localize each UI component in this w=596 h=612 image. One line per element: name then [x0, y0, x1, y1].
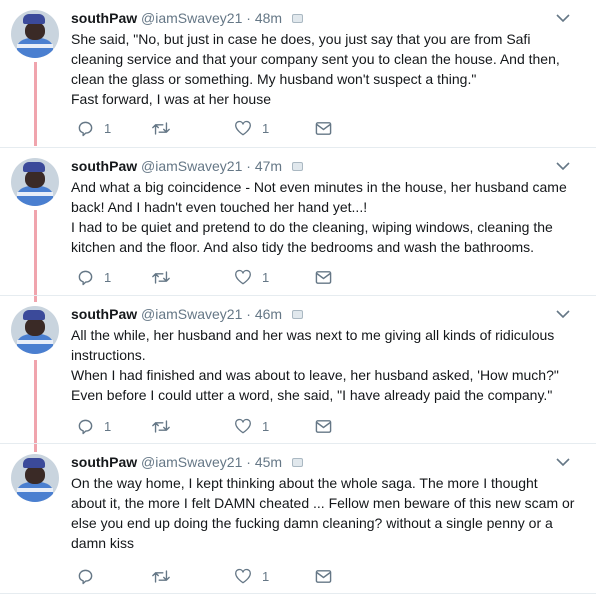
tweet-text-line: All the while, her husband and her was n…	[71, 327, 555, 343]
tweet-text-line: damn kiss	[71, 535, 135, 551]
direct-message-icon	[315, 270, 332, 284]
avatar[interactable]	[11, 454, 59, 502]
direct-message-button[interactable]	[315, 267, 332, 287]
separator-dot: ·	[246, 158, 251, 174]
avatar[interactable]	[11, 10, 59, 58]
direct-message-icon	[315, 419, 332, 433]
chevron-down-icon[interactable]	[556, 309, 570, 319]
retweet-button[interactable]	[151, 267, 181, 287]
tweet-actions: 1 1	[71, 267, 371, 287]
retweet-icon	[152, 569, 170, 583]
reply-icon	[78, 419, 93, 434]
display-name[interactable]: southPaw	[71, 306, 137, 322]
direct-message-button[interactable]	[315, 118, 332, 138]
tweet-header: southPaw @iamSwavey21 · 45m	[71, 453, 303, 471]
media-badge-icon	[291, 162, 303, 171]
display-name[interactable]: southPaw	[71, 10, 137, 26]
tweet-text-line: kitchen and the floor. And also tidy the…	[71, 239, 535, 255]
display-name[interactable]: southPaw	[71, 158, 137, 174]
direct-message-icon	[315, 569, 332, 583]
reply-icon	[78, 569, 93, 584]
reply-button[interactable]	[77, 566, 104, 586]
tweet-text-line: I had to be quiet and pretend to do the …	[71, 219, 553, 235]
media-badge-icon	[291, 458, 303, 467]
display-name[interactable]: southPaw	[71, 454, 137, 470]
reply-icon	[78, 121, 93, 136]
tweet-text-line: about it, the more I felt DAMN cheated .…	[71, 495, 575, 511]
timestamp[interactable]: 45m	[255, 454, 282, 470]
retweet-icon	[152, 121, 170, 135]
like-count: 1	[262, 120, 270, 136]
reply-icon	[78, 270, 93, 285]
tweet[interactable]: southPaw @iamSwavey21 · 47m And what a b…	[0, 148, 596, 296]
tweet-header: southPaw @iamSwavey21 · 48m	[71, 9, 303, 27]
tweet-actions: 1	[71, 566, 371, 586]
direct-message-button[interactable]	[315, 566, 332, 586]
like-button[interactable]: 1	[234, 118, 269, 138]
chevron-down-icon[interactable]	[556, 457, 570, 467]
tweet-text-line: She said, "No, but just in case he does,…	[71, 31, 531, 47]
tweet-text-line: else you end up doing the fucking damn c…	[71, 515, 553, 531]
separator-dot: ·	[246, 306, 251, 322]
tweet-text-line: And what a big coincidence - Not even mi…	[71, 179, 567, 195]
tweet[interactable]: southPaw @iamSwavey21 · 46m All the whil…	[0, 296, 596, 444]
heart-icon	[235, 568, 251, 584]
tweet-text: All the while, her husband and her was n…	[71, 325, 583, 405]
tweet-text-line: cleaning service and that your company s…	[71, 51, 560, 67]
reply-button[interactable]: 1	[77, 118, 111, 138]
user-handle[interactable]: @iamSwavey21	[141, 306, 242, 322]
tweet-actions: 1 1	[71, 118, 371, 138]
separator-dot: ·	[246, 454, 251, 470]
user-handle[interactable]: @iamSwavey21	[141, 158, 242, 174]
tweet-text: She said, "No, but just in case he does,…	[71, 29, 583, 109]
retweet-button[interactable]	[151, 416, 181, 436]
tweet-text-line: On the way home, I kept thinking about t…	[71, 475, 538, 491]
tweet[interactable]: southPaw @iamSwavey21 · 48m She said, "N…	[0, 0, 596, 148]
retweet-icon	[152, 270, 170, 284]
reply-count: 1	[104, 418, 112, 434]
tweet-actions: 1 1	[71, 416, 371, 436]
timestamp[interactable]: 47m	[255, 158, 282, 174]
avatar[interactable]	[11, 306, 59, 354]
separator-dot: ·	[246, 10, 251, 26]
reply-count: 1	[104, 269, 112, 285]
media-badge-icon	[291, 310, 303, 319]
tweet-text-line: instructions.	[71, 347, 146, 363]
media-badge-icon	[291, 14, 303, 23]
heart-icon	[235, 269, 251, 285]
tweet[interactable]: southPaw @iamSwavey21 · 45m On the way h…	[0, 444, 596, 594]
retweet-button[interactable]	[151, 566, 181, 586]
tweet-text-line: When I had finished and was about to lea…	[71, 367, 559, 383]
chevron-down-icon[interactable]	[556, 161, 570, 171]
heart-icon	[235, 120, 251, 136]
tweet-text: And what a big coincidence - Not even mi…	[71, 177, 583, 257]
heart-icon	[235, 418, 251, 434]
tweet-header: southPaw @iamSwavey21 · 47m	[71, 157, 303, 175]
direct-message-icon	[315, 121, 332, 135]
direct-message-button[interactable]	[315, 416, 332, 436]
user-handle[interactable]: @iamSwavey21	[141, 10, 242, 26]
reply-count: 1	[104, 120, 112, 136]
like-count: 1	[262, 418, 270, 434]
timestamp[interactable]: 48m	[255, 10, 282, 26]
like-count: 1	[262, 568, 270, 584]
retweet-icon	[152, 419, 170, 433]
timestamp[interactable]: 46m	[255, 306, 282, 322]
retweet-button[interactable]	[151, 118, 181, 138]
tweet-text-line: Fast forward, I was at her house	[71, 91, 271, 107]
tweet-text-line: back! And I hadn't even touched her hand…	[71, 199, 368, 215]
user-handle[interactable]: @iamSwavey21	[141, 454, 242, 470]
chevron-down-icon[interactable]	[556, 13, 570, 23]
like-button[interactable]: 1	[234, 566, 269, 586]
reply-button[interactable]: 1	[77, 416, 111, 436]
like-button[interactable]: 1	[234, 267, 269, 287]
tweet-text-line: clean the glass or something. My husband…	[71, 71, 477, 87]
avatar[interactable]	[11, 158, 59, 206]
like-button[interactable]: 1	[234, 416, 269, 436]
tweet-header: southPaw @iamSwavey21 · 46m	[71, 305, 303, 323]
tweet-text: On the way home, I kept thinking about t…	[71, 473, 583, 553]
reply-button[interactable]: 1	[77, 267, 111, 287]
tweet-text-line: Even before I could utter a word, she sa…	[71, 387, 553, 403]
like-count: 1	[262, 269, 270, 285]
